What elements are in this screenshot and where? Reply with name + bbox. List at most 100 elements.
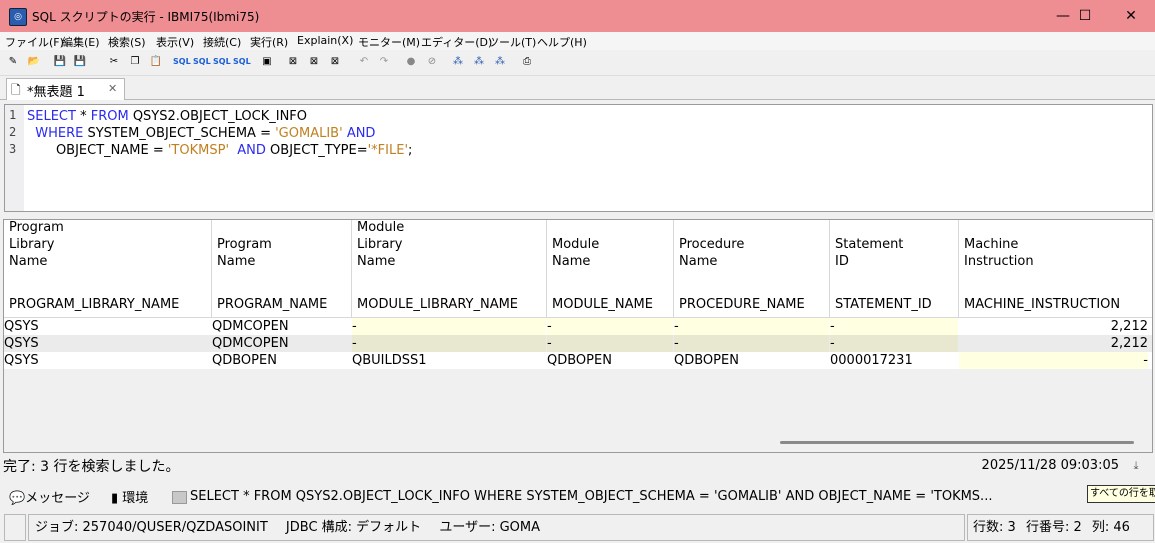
table-cell: 2,212 [1110, 319, 1148, 334]
table-cell: - [352, 318, 546, 335]
table-cell: - [674, 318, 829, 335]
table-cell: - [674, 335, 829, 352]
sql-indicator-icon [172, 491, 187, 504]
table-row[interactable]: QSYS QDMCOPEN - - - - 2,212 [4, 318, 1152, 335]
table-cell: 2,212 [1110, 336, 1148, 351]
code-line-2: WHERE SYSTEM_OBJECT_SCHEMA = 'GOMALIB' A… [35, 126, 376, 141]
menu-editor[interactable]: エディター(D) [421, 34, 492, 50]
menu-view[interactable]: 表示(V) [156, 34, 194, 50]
print-icon[interactable]: ⎙ [519, 54, 535, 70]
document-icon: 🗋 [11, 83, 21, 97]
menu-run[interactable]: 実行(R) [250, 34, 288, 50]
cancel-icon[interactable]: ⊘ [424, 54, 440, 70]
format-icon[interactable]: ▣ [259, 54, 275, 70]
column-header[interactable]: Module Library Name MODULE_LIBRARY_NAME [352, 220, 547, 318]
toolbar: ✎ 📂 💾 💾 ✂ ❐ 📋 SQL SQL SQL SQL ▣ ⊠ ⊠ ⊠ ↶ … [0, 51, 1155, 76]
line-number: 1 [9, 108, 17, 122]
undo-icon[interactable]: ↶ [356, 54, 372, 70]
new-script-icon[interactable]: ✎ [5, 54, 21, 70]
results-grid[interactable]: Program Library Name PROGRAM_LIBRARY_NAM… [3, 219, 1153, 453]
column-header[interactable]: Program Library Name PROGRAM_LIBRARY_NAM… [4, 220, 212, 318]
menu-help[interactable]: ヘルプ(H) [537, 34, 587, 50]
column-header[interactable]: Statement ID STATEMENT_ID [830, 220, 959, 318]
table-row[interactable]: QSYS QDMCOPEN - - - - 2,212 [4, 335, 1152, 352]
tab-close-icon[interactable]: ✕ [108, 82, 117, 95]
table-cell: - [959, 352, 1148, 369]
tooltip: すべての行を取 [1087, 485, 1155, 503]
menu-monitor[interactable]: モニター(M) [358, 34, 420, 50]
save-icon[interactable]: 💾 [52, 54, 68, 70]
status-message: 完了: 3 行を検索しました。 [3, 459, 180, 475]
code-line-1: SELECT * FROM QSYS2.OBJECT_LOCK_INFO [27, 109, 307, 124]
menu-edit[interactable]: 編集(E) [62, 34, 100, 50]
phone-icon: ▮ [111, 491, 123, 506]
code-line-3: OBJECT_NAME = 'TOKMSP' AND OBJECT_TYPE='… [55, 143, 413, 158]
menu-connection[interactable]: 接続(C) [203, 34, 241, 50]
table-cell: QDMCOPEN [212, 336, 289, 351]
connection-info: ジョブ: 257040/QUSER/QZDASOINIT JDBC 構成: デフ… [28, 514, 965, 541]
table-cell: QDBOPEN [212, 353, 277, 368]
table-cell: 0000017231 [830, 353, 913, 368]
column-header[interactable]: Procedure Name PROCEDURE_NAME [674, 220, 830, 318]
message-icon: 💬 [9, 491, 26, 506]
timestamp: 2025/11/28 09:03:05 [981, 458, 1119, 473]
horizontal-scrollbar[interactable] [780, 441, 1134, 444]
save-as-icon[interactable]: 💾 [72, 54, 88, 70]
table-cell: - [830, 335, 958, 352]
run-selected-icon[interactable]: SQL [213, 54, 231, 70]
line-number-gutter: 1 2 3 [5, 105, 24, 211]
column-header[interactable]: Machine Instruction MACHINE_INSTRUCTION [959, 220, 1152, 318]
redo-icon[interactable]: ↷ [376, 54, 392, 70]
title-bar: ◎ SQL スクリプトの実行 - IBMI75(Ibmi75) — ☐ ✕ [0, 0, 1155, 32]
monitor-stop-icon[interactable]: ⁂ [471, 54, 487, 70]
current-sql-statement: SELECT * FROM QSYS2.OBJECT_LOCK_INFO WHE… [190, 489, 993, 504]
script-tab-strip: 🗋 *無表題 1 ✕ [0, 77, 1155, 100]
paste-icon[interactable]: 📋 [148, 54, 164, 70]
monitor-start-icon[interactable]: ⁂ [450, 54, 466, 70]
menu-tools[interactable]: ツール(T) [488, 34, 536, 50]
status-bar: ジョブ: 257040/QUSER/QZDASOINIT JDBC 構成: デフ… [0, 512, 1155, 543]
open-icon[interactable]: 📂 [26, 54, 42, 70]
table-cell: QBUILDSS1 [352, 353, 427, 368]
line-number: 2 [9, 125, 17, 139]
table-cell: QDBOPEN [547, 353, 612, 368]
download-icon[interactable]: ⤓ [1129, 459, 1143, 473]
copy-icon[interactable]: ❐ [127, 54, 143, 70]
run-all-icon[interactable]: SQL [193, 54, 211, 70]
explain-icon[interactable]: ⊠ [285, 54, 301, 70]
sql-editor[interactable]: 1 2 3 SELECT * FROM QSYS2.OBJECT_LOCK_IN… [4, 104, 1153, 212]
app-icon: ◎ [9, 8, 27, 26]
tab-messages[interactable]: 💬メッセージ [9, 487, 90, 506]
line-number: 3 [9, 142, 17, 156]
analyze-icon[interactable]: ⊠ [327, 54, 343, 70]
cut-icon[interactable]: ✂ [106, 54, 122, 70]
table-cell: QDBOPEN [674, 353, 739, 368]
window-title: SQL スクリプトの実行 - IBMI75(Ibmi75) [32, 10, 260, 24]
table-cell: - [547, 318, 673, 335]
close-button[interactable]: ✕ [1108, 0, 1154, 32]
monitor-analyze-icon[interactable]: ⁂ [492, 54, 508, 70]
menu-bar: ファイル(F) 編集(E) 検索(S) 表示(V) 接続(C) 実行(R) Ex… [0, 32, 1155, 50]
visual-explain-icon[interactable]: ⊠ [306, 54, 322, 70]
run-sql-icon[interactable]: SQL [173, 54, 191, 70]
table-cell: QSYS [4, 353, 39, 368]
column-header[interactable]: Module Name MODULE_NAME [547, 220, 674, 318]
table-cell: - [352, 335, 546, 352]
table-cell: - [830, 318, 958, 335]
table-cell: QSYS [4, 319, 39, 334]
table-cell: - [547, 335, 673, 352]
table-cell: QDMCOPEN [212, 319, 289, 334]
menu-search[interactable]: 検索(S) [108, 34, 146, 50]
maximize-button[interactable]: ☐ [1062, 0, 1108, 32]
run-to-end-icon[interactable]: SQL [233, 54, 251, 70]
tab-environment[interactable]: ▮ 環境 [111, 487, 148, 506]
menu-file[interactable]: ファイル(F) [5, 34, 64, 50]
tab-label: *無表題 1 [27, 85, 85, 100]
table-row[interactable]: QSYS QDBOPEN QBUILDSS1 QDBOPEN QDBOPEN 0… [4, 352, 1152, 369]
tab-untitled-1[interactable]: 🗋 *無表題 1 ✕ [6, 78, 125, 100]
cursor-info: 行数: 3 行番号: 2 列: 46 [967, 514, 1154, 541]
menu-explain[interactable]: Explain(X) [297, 34, 353, 47]
status-indicator [4, 514, 26, 541]
stop-icon[interactable]: ● [403, 54, 419, 70]
column-header[interactable]: Program Name PROGRAM_NAME [212, 220, 352, 318]
